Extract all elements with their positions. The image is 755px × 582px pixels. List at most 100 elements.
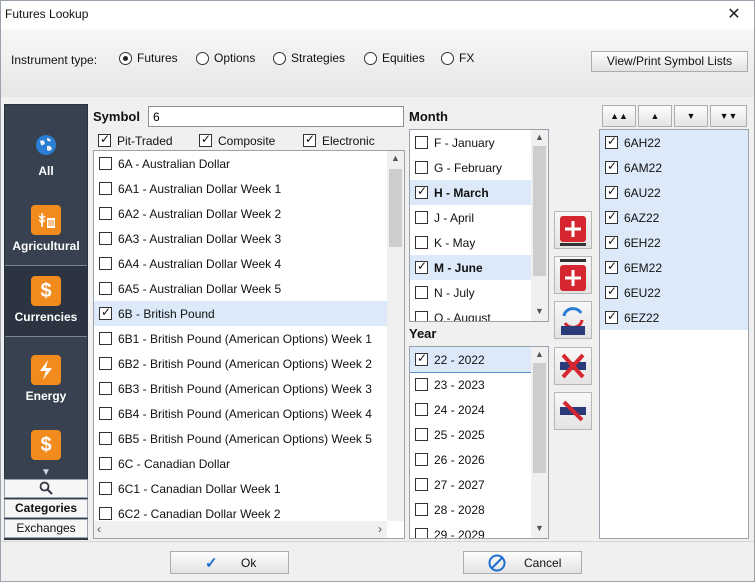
add-all-button[interactable] <box>554 256 592 294</box>
sidebar-item-moneybag[interactable]: $ <box>5 420 87 465</box>
radio-options[interactable]: Options <box>196 51 255 65</box>
close-icon[interactable]: ✕ <box>714 1 754 29</box>
remove-selected-button[interactable] <box>554 347 592 385</box>
selected-symbol-item[interactable]: 6AZ22 <box>600 205 748 230</box>
scroll-up-icon[interactable]: ▲ <box>531 349 548 359</box>
checkbox[interactable] <box>415 478 428 491</box>
selected-symbol-item[interactable]: 6AM22 <box>600 155 748 180</box>
symbol-list-item[interactable]: 6B5 - British Pound (American Options) W… <box>94 426 387 451</box>
symbol-list-item[interactable]: 6B1 - British Pound (American Options) W… <box>94 326 387 351</box>
symbol-list-item[interactable]: 6B4 - British Pound (American Options) W… <box>94 401 387 426</box>
checkbox[interactable] <box>99 207 112 220</box>
month-list-item[interactable]: J - April <box>410 205 531 230</box>
year-list-scrollbar[interactable]: ▲ ▼ <box>531 347 548 538</box>
year-list-item[interactable]: 23 - 2023 <box>410 372 531 397</box>
checkbox[interactable] <box>99 432 112 445</box>
selected-symbol-item[interactable]: 6EZ22 <box>600 305 748 330</box>
checkbox[interactable] <box>415 161 428 174</box>
ok-button[interactable]: ✓ Ok <box>170 551 289 574</box>
month-list-item[interactable]: M - June <box>410 255 531 280</box>
symbol-list-item[interactable]: 6A4 - Australian Dollar Week 4 <box>94 251 387 276</box>
checkbox[interactable] <box>99 232 112 245</box>
year-list-item[interactable]: 22 - 2022 <box>410 347 532 373</box>
symbol-list-item[interactable]: 6A3 - Australian Dollar Week 3 <box>94 226 387 251</box>
checkbox[interactable] <box>99 282 112 295</box>
checkbox[interactable] <box>605 159 618 174</box>
cancel-button[interactable]: Cancel <box>463 551 582 574</box>
checkbox[interactable] <box>605 209 618 224</box>
symbol-search-input[interactable] <box>148 106 404 127</box>
selected-symbol-item[interactable]: 6AU22 <box>600 180 748 205</box>
month-list-item[interactable]: N - July <box>410 280 531 305</box>
checkbox[interactable] <box>415 351 428 366</box>
scroll-left-icon[interactable]: ‹ <box>97 522 101 536</box>
year-list-item[interactable]: 27 - 2027 <box>410 472 531 497</box>
checkbox[interactable] <box>99 257 112 270</box>
year-list-item[interactable]: 26 - 2026 <box>410 447 531 472</box>
checkbox[interactable] <box>415 503 428 516</box>
move-to-bottom-button[interactable]: ▼▼ <box>710 105 747 127</box>
checkbox[interactable] <box>415 286 428 299</box>
checkbox[interactable] <box>415 453 428 466</box>
year-list-item[interactable]: 28 - 2028 <box>410 497 531 522</box>
tab-categories[interactable]: Categories <box>4 499 88 518</box>
checkbox[interactable] <box>415 236 428 249</box>
symbol-list-item[interactable]: 6C - Canadian Dollar <box>94 451 387 476</box>
checkbox[interactable] <box>415 259 428 274</box>
selected-symbol-item[interactable]: 6EU22 <box>600 280 748 305</box>
checkbox[interactable] <box>99 407 112 420</box>
selected-symbol-item[interactable]: 6AH22 <box>600 130 748 155</box>
year-list-item[interactable]: 24 - 2024 <box>410 397 531 422</box>
symbol-list-item[interactable]: 6C1 - Canadian Dollar Week 1 <box>94 476 387 501</box>
checkbox[interactable] <box>99 157 112 170</box>
checkbox[interactable] <box>415 311 428 321</box>
tab-exchanges[interactable]: Exchanges <box>4 519 88 538</box>
scroll-down-icon[interactable]: ▼ <box>531 306 548 316</box>
checkbox[interactable] <box>605 284 618 299</box>
checkbox[interactable] <box>415 403 428 416</box>
radio-futures[interactable]: Futures <box>119 51 178 65</box>
checkbox[interactable] <box>605 259 618 274</box>
checkbox[interactable] <box>415 428 428 441</box>
sidebar-item-agricultural[interactable]: Agricultural <box>5 195 87 267</box>
checkbox[interactable] <box>415 528 428 538</box>
refresh-button[interactable] <box>554 301 592 339</box>
checkbox[interactable] <box>99 305 112 320</box>
symbol-list-vertical-scrollbar[interactable]: ▲ <box>387 151 404 521</box>
scroll-down-arrow-icon[interactable]: ▼ <box>41 467 51 478</box>
scroll-up-icon[interactable]: ▲ <box>387 153 404 163</box>
radio-fx[interactable]: FX <box>441 51 474 65</box>
move-up-button[interactable]: ▲ <box>638 105 672 127</box>
scrollbar-thumb[interactable] <box>533 146 546 276</box>
checkbox[interactable] <box>99 507 112 520</box>
scrollbar-thumb[interactable] <box>389 169 402 247</box>
selected-symbol-item[interactable]: 6EM22 <box>600 255 748 280</box>
month-list-item[interactable]: H - March <box>410 180 531 205</box>
move-down-button[interactable]: ▼ <box>674 105 708 127</box>
selected-symbol-item[interactable]: 6EH22 <box>600 230 748 255</box>
checkbox[interactable] <box>99 182 112 195</box>
month-list-scrollbar[interactable]: ▲ ▼ <box>531 130 548 321</box>
checkbox[interactable] <box>605 184 618 199</box>
scroll-up-icon[interactable]: ▲ <box>531 132 548 142</box>
view-print-symbol-lists-button[interactable]: View/Print Symbol Lists <box>591 51 748 72</box>
checkbox[interactable] <box>99 382 112 395</box>
scrollbar-thumb[interactable] <box>533 363 546 473</box>
checkbox[interactable] <box>415 211 428 224</box>
checkbox[interactable] <box>605 309 618 324</box>
month-list-item[interactable]: K - May <box>410 230 531 255</box>
symbol-list-item[interactable]: 6B3 - British Pound (American Options) W… <box>94 376 387 401</box>
year-list-item[interactable]: 29 - 2029 <box>410 522 531 538</box>
symbol-list-item[interactable]: 6A1 - Australian Dollar Week 1 <box>94 176 387 201</box>
checkbox[interactable] <box>99 357 112 370</box>
radio-strategies[interactable]: Strategies <box>273 51 345 65</box>
checkbox[interactable] <box>605 234 618 249</box>
checkbox[interactable] <box>415 378 428 391</box>
symbol-list-item[interactable]: 6A - Australian Dollar <box>94 151 387 176</box>
symbol-list-item[interactable]: 6A2 - Australian Dollar Week 2 <box>94 201 387 226</box>
checkbox[interactable] <box>415 184 428 199</box>
checkbox[interactable] <box>415 136 428 149</box>
checkbox[interactable] <box>605 134 618 149</box>
move-to-top-button[interactable]: ▲▲ <box>602 105 636 127</box>
sidebar-item-currencies[interactable]: $ Currencies <box>5 265 87 337</box>
